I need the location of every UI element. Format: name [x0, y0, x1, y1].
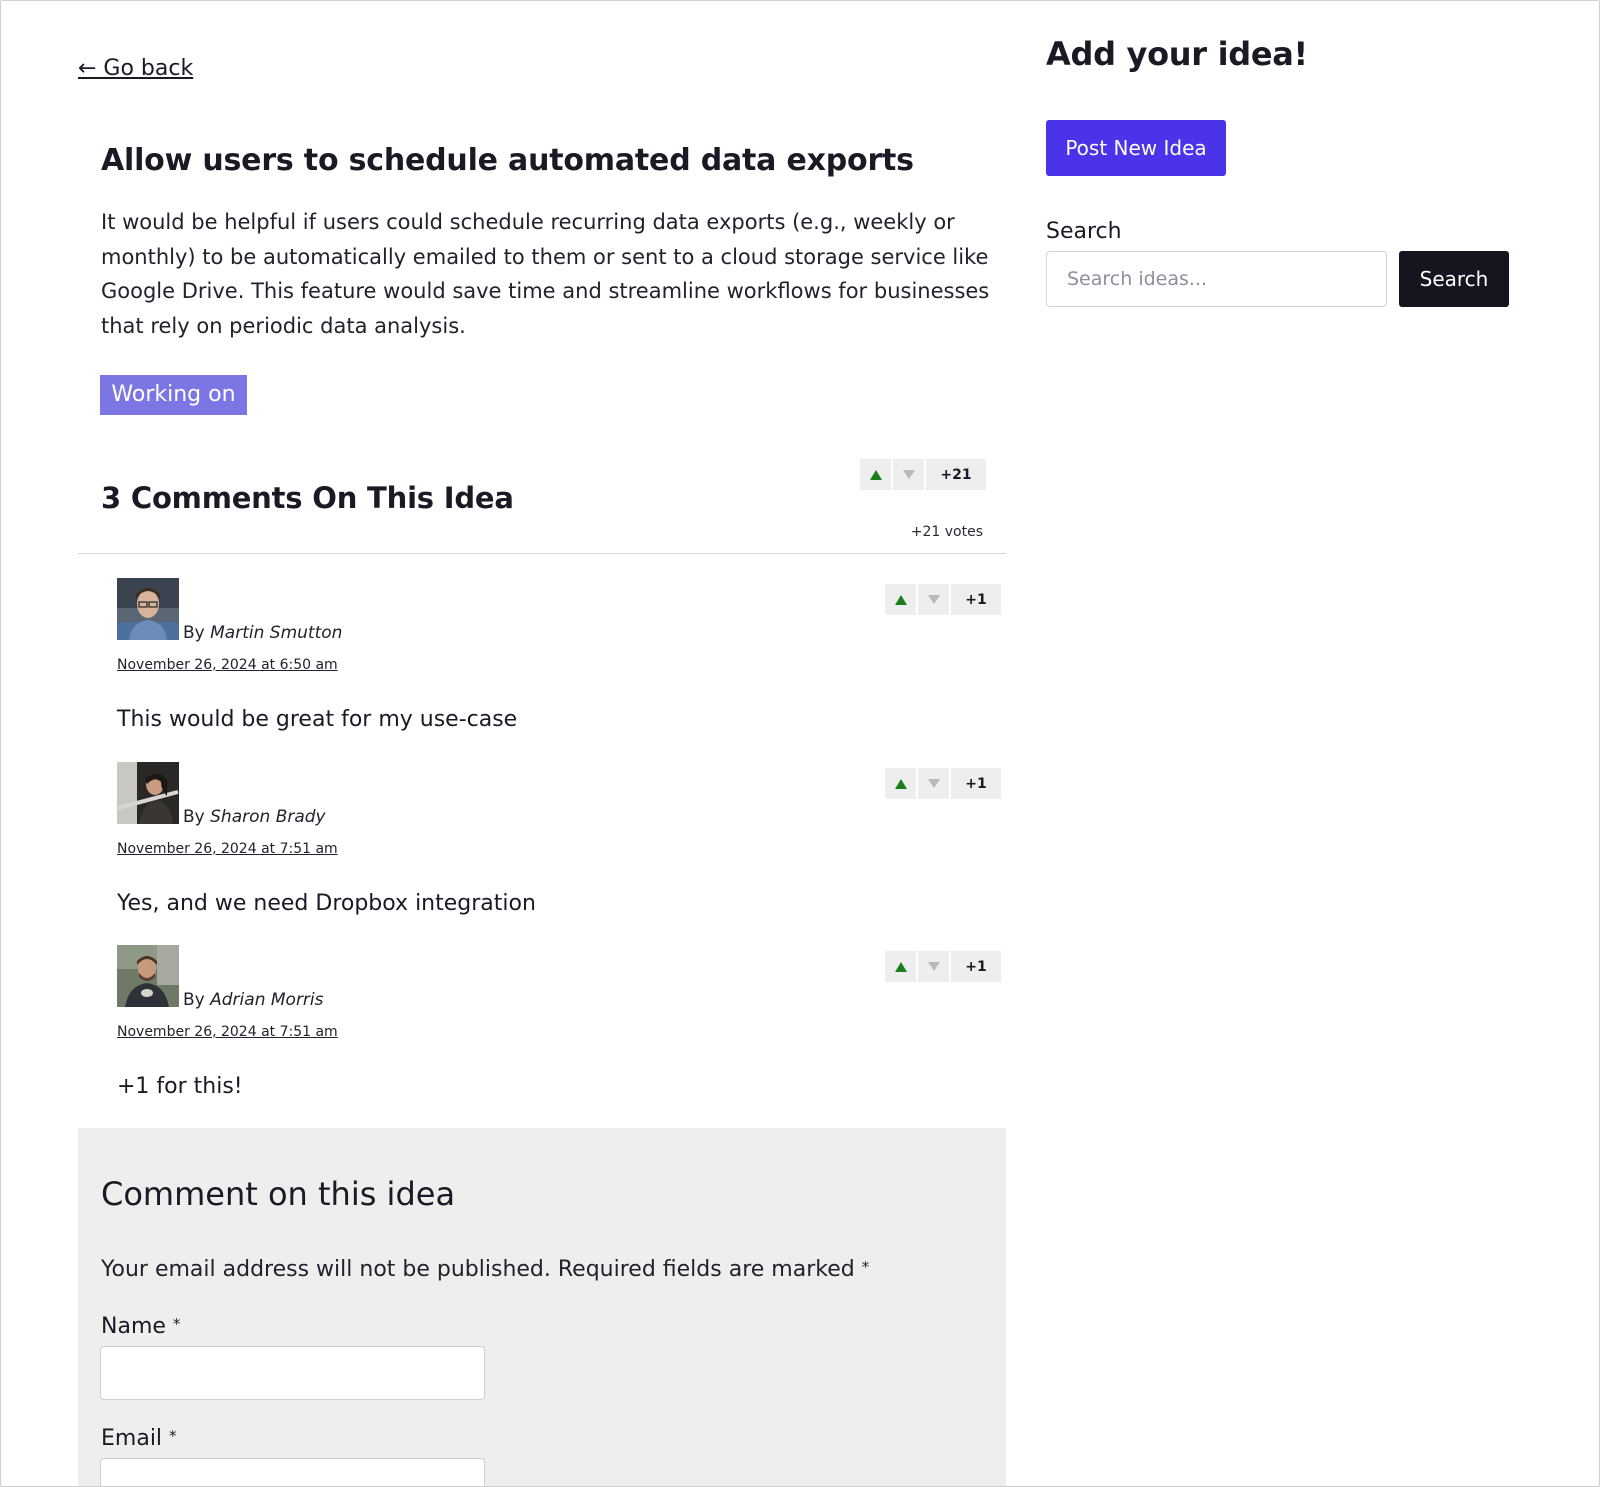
- upvote-arrow-icon: [894, 778, 907, 789]
- name-label-text: Name: [101, 1314, 166, 1339]
- avatar-photo: [117, 762, 179, 824]
- upvote-button[interactable]: [860, 459, 891, 490]
- status-badge: Working on: [100, 375, 247, 415]
- comment-author-line: By Sharon Brady: [183, 807, 326, 827]
- downvote-button[interactable]: [918, 768, 949, 799]
- required-mark: *: [861, 1258, 870, 1276]
- comment-date-link[interactable]: November 26, 2024 at 7:51 am: [117, 841, 338, 857]
- name-label: Name *: [101, 1314, 180, 1339]
- upvote-button[interactable]: [885, 584, 916, 615]
- idea-title: Allow users to schedule automated data e…: [101, 143, 914, 178]
- by-label: By: [183, 623, 205, 643]
- by-label: By: [183, 807, 205, 827]
- idea-vote-box: +21: [860, 459, 986, 490]
- required-mark: *: [172, 1315, 181, 1333]
- upvote-button[interactable]: [885, 768, 916, 799]
- avatar: [117, 762, 179, 824]
- upvote-button[interactable]: [885, 951, 916, 982]
- vote-count: +1: [951, 768, 1001, 799]
- email-field[interactable]: [100, 1458, 485, 1486]
- email-label-text: Email: [101, 1426, 163, 1451]
- divider: [78, 553, 1006, 554]
- comment-vote-box: +1: [885, 768, 1001, 799]
- post-new-idea-button[interactable]: Post New Idea: [1046, 120, 1226, 176]
- avatar-photo: [117, 578, 179, 640]
- downvote-arrow-icon: [927, 779, 940, 788]
- avatar: [117, 578, 179, 640]
- comment-date-link[interactable]: November 26, 2024 at 6:50 am: [117, 657, 338, 673]
- form-notice-text: Your email address will not be published…: [101, 1257, 855, 1282]
- downvote-arrow-icon: [927, 595, 940, 604]
- downvote-button[interactable]: [893, 459, 924, 490]
- comment-author-line: By Martin Smutton: [183, 623, 342, 643]
- upvote-arrow-icon: [869, 469, 882, 480]
- comment-vote-box: +1: [885, 584, 1001, 615]
- vote-count: +1: [951, 584, 1001, 615]
- upvote-arrow-icon: [894, 594, 907, 605]
- votes-caption: +21 votes: [910, 524, 983, 540]
- comment-author-line: By Adrian Morris: [183, 990, 324, 1010]
- comment-author: Adrian Morris: [210, 990, 324, 1010]
- comment-vote-box: +1: [885, 951, 1001, 982]
- downvote-arrow-icon: [927, 962, 940, 971]
- upvote-arrow-icon: [894, 961, 907, 972]
- search-button[interactable]: Search: [1399, 251, 1509, 307]
- comment-text: +1 for this!: [117, 1074, 243, 1099]
- sidebar-title: Add your idea!: [1046, 35, 1308, 73]
- comment-text: Yes, and we need Dropbox integration: [117, 891, 536, 916]
- comment-form-title: Comment on this idea: [101, 1175, 456, 1213]
- comment-author: Sharon Brady: [210, 807, 326, 827]
- by-label: By: [183, 990, 205, 1010]
- avatar-photo: [117, 945, 179, 1007]
- comment-date-link[interactable]: November 26, 2024 at 7:51 am: [117, 1024, 338, 1040]
- idea-description: It would be helpful if users could sched…: [101, 210, 990, 338]
- required-mark: *: [169, 1427, 177, 1445]
- vote-count: +1: [951, 951, 1001, 982]
- comment-text: This would be great for my use-case: [117, 707, 518, 732]
- form-notice: Your email address will not be published…: [101, 1257, 869, 1282]
- downvote-button[interactable]: [918, 951, 949, 982]
- downvote-button[interactable]: [918, 584, 949, 615]
- go-back-link[interactable]: ← Go back: [78, 56, 193, 81]
- page-frame: ← Go back Allow users to schedule automa…: [0, 0, 1600, 1487]
- downvote-arrow-icon: [902, 470, 915, 479]
- search-label: Search: [1046, 219, 1122, 244]
- comments-heading: 3 Comments On This Idea: [101, 481, 514, 515]
- comment-author: Martin Smutton: [210, 623, 343, 643]
- email-label: Email *: [101, 1426, 177, 1451]
- search-input[interactable]: [1046, 251, 1387, 307]
- vote-count: +21: [926, 459, 986, 490]
- avatar: [117, 945, 179, 1007]
- name-field[interactable]: [100, 1346, 485, 1400]
